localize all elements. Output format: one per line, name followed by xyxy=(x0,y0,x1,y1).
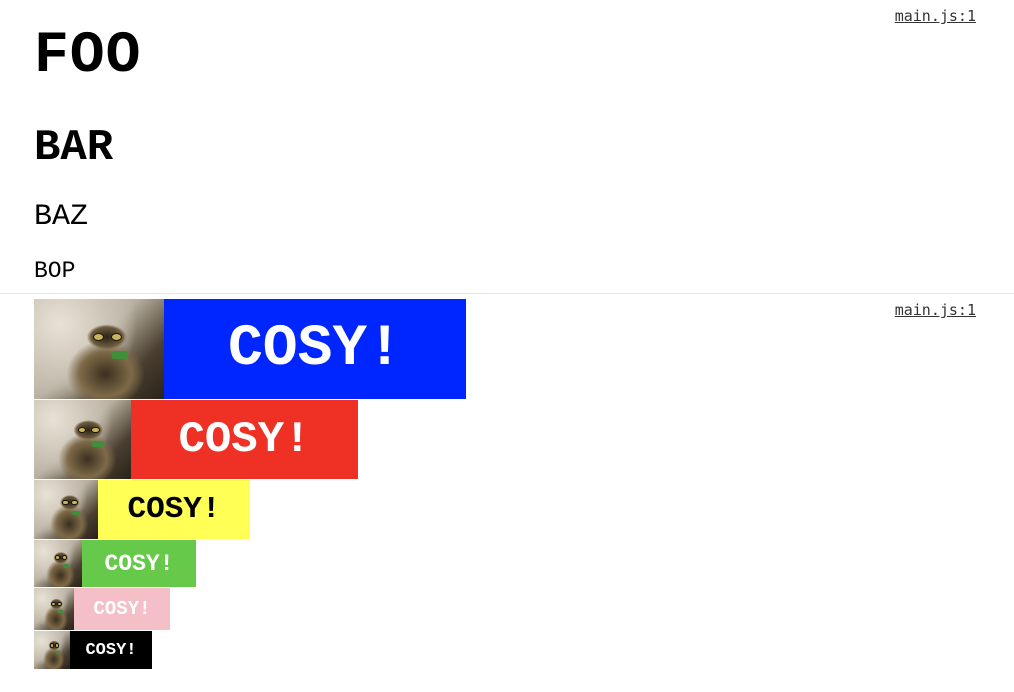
cosy-line: COSY! xyxy=(34,588,170,630)
cosy-label: COSY! xyxy=(82,540,196,587)
cosy-line: COSY! xyxy=(34,480,250,539)
cosy-label: COSY! xyxy=(164,299,466,399)
cat-eye xyxy=(78,427,86,433)
cat-collar xyxy=(62,564,69,569)
cat-collar xyxy=(92,441,104,448)
cat-image xyxy=(34,480,98,539)
cosy-line: COSY! xyxy=(34,299,466,399)
console-message-cosy-images: main.js:1 COSY! COSY! COSY! COSY! COSY! COSY! xyxy=(0,294,1014,691)
log-text-bar: BAR xyxy=(34,123,114,173)
cat-eye xyxy=(56,556,60,560)
log-text-baz: BAZ xyxy=(34,200,89,234)
cat-eye xyxy=(72,500,77,505)
console-message-styled-text: main.js:1 FOO BAR BAZ BOP xyxy=(0,0,1014,294)
cat-image xyxy=(34,299,164,399)
cat-eye xyxy=(63,500,68,505)
cat-image xyxy=(34,631,70,669)
cosy-line: COSY! xyxy=(34,631,152,669)
cat-eye xyxy=(50,644,54,647)
cat-eye xyxy=(92,427,99,433)
cat-eye xyxy=(55,644,59,647)
cosy-line: COSY! xyxy=(34,400,358,479)
source-link[interactable]: main.js:1 xyxy=(895,7,976,25)
log-text-bop: BOP xyxy=(34,258,76,284)
cat-image xyxy=(34,400,131,479)
cat-collar xyxy=(55,650,60,654)
cat-eye xyxy=(93,334,103,340)
cosy-label: COSY! xyxy=(74,588,170,630)
source-link[interactable]: main.js:1 xyxy=(895,301,976,319)
cat-image xyxy=(34,540,82,587)
cat-collar xyxy=(72,510,81,516)
cosy-label: COSY! xyxy=(70,631,152,669)
cat-collar xyxy=(58,609,63,614)
cat-collar xyxy=(112,351,128,359)
cat-eye xyxy=(62,556,67,560)
cosy-line: COSY! xyxy=(34,540,196,587)
log-text-foo: FOO xyxy=(34,24,142,89)
cat-image xyxy=(34,588,74,630)
cat-eye xyxy=(52,602,56,606)
cat-eye xyxy=(58,602,61,606)
cat-eye xyxy=(112,334,122,340)
cosy-label: COSY! xyxy=(98,480,250,539)
cosy-label: COSY! xyxy=(131,400,358,479)
